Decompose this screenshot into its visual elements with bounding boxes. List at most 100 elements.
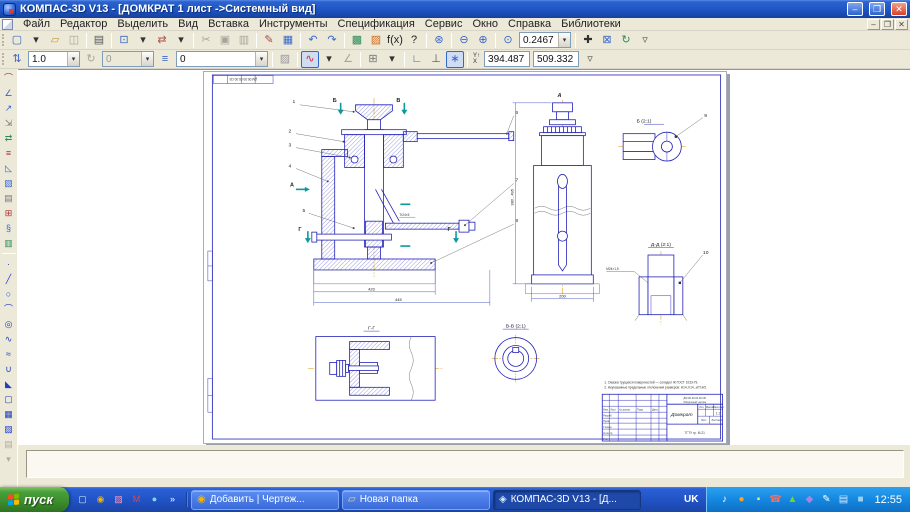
panel-designations-psp[interactable]: ⇲: [1, 116, 17, 130]
fx-button[interactable]: f(x): [386, 32, 404, 49]
tool-segment[interactable]: ╱: [1, 272, 17, 286]
zoom-current-button[interactable]: ⊙: [499, 32, 517, 49]
task-folder-novaya-papka[interactable]: ▱Новая папка: [342, 490, 490, 510]
panel-inserts[interactable]: ⊞: [1, 206, 17, 220]
tool-polyline[interactable]: ∿: [1, 332, 17, 346]
copy-properties-button[interactable]: ✎: [260, 32, 278, 49]
tool-extra-2[interactable]: ▾: [1, 452, 17, 466]
drawing-workspace[interactable]: ДМ 00.00.00.00 СБ: [18, 69, 910, 445]
mdi-close-button[interactable]: ✕: [895, 19, 908, 30]
tray-doc[interactable]: ▤: [836, 493, 850, 507]
line-style-button[interactable]: ∿: [301, 51, 319, 68]
ql-overflow[interactable]: »: [165, 492, 180, 507]
tool-circle[interactable]: ○: [1, 287, 17, 301]
menu-view[interactable]: Вид: [173, 18, 203, 31]
language-indicator[interactable]: UK: [676, 494, 706, 505]
menu-window[interactable]: Окно: [467, 18, 503, 31]
menu-editor[interactable]: Редактор: [55, 18, 112, 31]
start-button[interactable]: пуск: [0, 487, 69, 512]
tray-volume[interactable]: ♪: [717, 493, 731, 507]
panel-parametrization[interactable]: ≡: [1, 146, 17, 160]
panel-geometry[interactable]: ⌒: [1, 71, 17, 85]
save-button[interactable]: ◫: [65, 32, 83, 49]
task-browser-dobavit[interactable]: ◉Добавить | Чертеж...: [191, 490, 339, 510]
ql-mail[interactable]: M: [129, 492, 144, 507]
panel-views[interactable]: ▤: [1, 191, 17, 205]
context-help-button[interactable]: ?: [405, 32, 423, 49]
line-style-dropdown[interactable]: ▾: [320, 51, 338, 68]
layer-settings-button[interactable]: ▨: [276, 51, 294, 68]
menu-service[interactable]: Сервис: [420, 18, 468, 31]
taskbar-clock[interactable]: 12:55: [870, 494, 902, 506]
mdi-minimize-button[interactable]: –: [867, 19, 880, 30]
new-document-button[interactable]: ▢: [8, 32, 26, 49]
detail-b-view[interactable]: Б (2:1) 9: [618, 113, 707, 161]
tool-chamfer[interactable]: ◣: [1, 377, 17, 391]
dropdown-arrow-icon[interactable]: ▾: [255, 52, 267, 66]
mdi-restore-button[interactable]: ❐: [881, 19, 894, 30]
tool-arc[interactable]: ⌒: [1, 302, 17, 316]
tool-collect-contour[interactable]: ▦: [1, 407, 17, 421]
menu-file[interactable]: Файл: [18, 18, 55, 31]
pan-button[interactable]: ✚: [579, 32, 597, 49]
scale-lock-button[interactable]: ⇅: [8, 51, 26, 68]
drawing-sheet[interactable]: ДМ 00.00.00.00 СБ: [203, 71, 727, 444]
task-kompas[interactable]: ◈КОМПАС-3D V13 - [Д...: [493, 490, 641, 510]
drawing-canvas[interactable]: ДМ 00.00.00.00 СБ: [204, 72, 726, 443]
section-gg-view[interactable]: Г-Г: [308, 326, 443, 401]
zoom-out-button[interactable]: ⊖: [455, 32, 473, 49]
redo-button[interactable]: ↷: [323, 32, 341, 49]
coord-x-input[interactable]: 394.487: [484, 51, 530, 67]
panel-specification[interactable]: §: [1, 221, 17, 235]
minimize-button[interactable]: –: [847, 2, 863, 16]
tray-note[interactable]: ▲: [785, 493, 799, 507]
restore-button[interactable]: ❐: [869, 2, 885, 16]
tool-extra-1[interactable]: ▤: [1, 437, 17, 451]
convert-dropdown[interactable]: ▾: [172, 32, 190, 49]
menu-tools[interactable]: Инструменты: [254, 18, 333, 31]
current-angle-combo[interactable]: 0▾: [102, 51, 154, 67]
tray-app-yellow[interactable]: ▪: [751, 493, 765, 507]
ql-chrome[interactable]: ◉: [93, 492, 108, 507]
rotate-button[interactable]: ↻: [82, 51, 100, 68]
dropdown-arrow-icon[interactable]: ▾: [67, 52, 79, 66]
undo-button[interactable]: ↶: [304, 32, 322, 49]
ortho-button[interactable]: ⊥: [427, 51, 445, 68]
tray-pen[interactable]: ✎: [819, 493, 833, 507]
ql-opera[interactable]: ●: [147, 492, 162, 507]
new-document-dropdown[interactable]: ▾: [27, 32, 45, 49]
tray-agent[interactable]: ●: [734, 493, 748, 507]
dropdown-arrow-icon[interactable]: ▾: [558, 33, 570, 47]
panel-editing[interactable]: ⇄: [1, 131, 17, 145]
copy-style-button[interactable]: ∠: [339, 51, 357, 68]
close-button[interactable]: ✕: [891, 2, 907, 16]
preview-button[interactable]: ⊡: [115, 32, 133, 49]
panel-reports[interactable]: ▥: [1, 236, 17, 250]
variables-button[interactable]: ▩: [348, 32, 366, 49]
menu-libraries[interactable]: Библиотеки: [556, 18, 626, 31]
section-dd-view[interactable]: Д-Д (2:1) М24×1,5 10: [606, 242, 708, 325]
current-layer-combo[interactable]: 0▾: [176, 51, 268, 67]
print-button[interactable]: ▤: [90, 32, 108, 49]
tray-phone[interactable]: ☎: [768, 493, 782, 507]
ql-pink-app[interactable]: ▨: [111, 492, 126, 507]
zoom-scale-combo[interactable]: 0.2467▾: [519, 32, 571, 48]
zoom-area-button[interactable]: ⊛: [430, 32, 448, 49]
current-scale-combo[interactable]: 1.0▾: [28, 51, 80, 67]
copy-button[interactable]: ▣: [216, 32, 234, 49]
side-view-a[interactable]: А 380...495: [510, 93, 600, 302]
tray-flag[interactable]: ■: [853, 493, 867, 507]
tool-fillet[interactable]: ∪: [1, 362, 17, 376]
toolbar1-overflow[interactable]: ▿: [636, 32, 654, 49]
ql-show-desktop[interactable]: ▢: [75, 492, 90, 507]
tool-rectangle[interactable]: ▢: [1, 392, 17, 406]
cut-button[interactable]: ✂: [197, 32, 215, 49]
menu-specification[interactable]: Спецификация: [333, 18, 420, 31]
zoom-in-button[interactable]: ⊕: [474, 32, 492, 49]
toolbar2-overflow[interactable]: ▿: [581, 51, 599, 68]
section-vv-view[interactable]: В-В (2:1): [492, 324, 540, 383]
convert-button[interactable]: ⇄: [153, 32, 171, 49]
panel-measure[interactable]: ◺: [1, 161, 17, 175]
tool-ellipse[interactable]: ◎: [1, 317, 17, 331]
refresh-button[interactable]: ↻: [617, 32, 635, 49]
